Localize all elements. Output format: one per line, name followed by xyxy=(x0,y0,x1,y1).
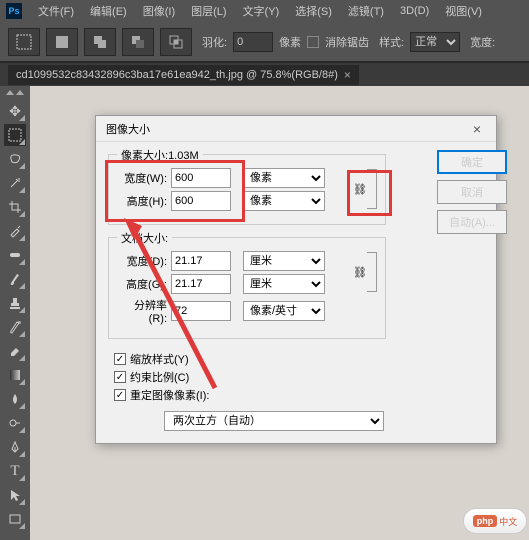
move-tool-icon[interactable]: ✥ xyxy=(4,100,26,122)
link-icon[interactable]: ⛓ xyxy=(353,183,367,196)
pixel-height-unit-select[interactable]: 像素 xyxy=(243,191,325,211)
close-icon[interactable]: × xyxy=(464,119,490,139)
style-select[interactable]: 正常 xyxy=(410,32,460,52)
blur-tool-icon[interactable] xyxy=(4,388,26,410)
document-tab[interactable]: cd1099532c83432896c3ba17e61ea942_th.jpg … xyxy=(8,65,359,85)
lasso-tool-icon[interactable] xyxy=(4,148,26,170)
collapse-icon[interactable] xyxy=(16,90,24,95)
scale-styles-label: 缩放样式(Y) xyxy=(130,351,189,367)
menu-edit[interactable]: 编辑(E) xyxy=(82,1,135,21)
interpolation-select[interactable]: 两次立方（自动） xyxy=(164,411,384,431)
menu-select[interactable]: 选择(S) xyxy=(287,1,340,21)
feather-unit: 像素 xyxy=(279,34,301,50)
type-tool-icon[interactable]: T xyxy=(4,460,26,482)
crop-tool-icon[interactable] xyxy=(4,196,26,218)
document-size-legend: 文档大小: xyxy=(117,230,172,246)
heal-tool-icon[interactable] xyxy=(4,244,26,266)
ok-button[interactable]: 确定 xyxy=(437,150,507,174)
doc-width-unit-select[interactable]: 厘米 xyxy=(243,251,325,271)
brush-tool-icon[interactable] xyxy=(4,268,26,290)
menu-file[interactable]: 文件(F) xyxy=(30,1,82,21)
pixel-width-input[interactable] xyxy=(171,168,231,188)
history-brush-tool-icon[interactable] xyxy=(4,316,26,338)
path-select-tool-icon[interactable] xyxy=(4,484,26,506)
document-tab-bar: cd1099532c83432896c3ba17e61ea942_th.jpg … xyxy=(0,62,529,86)
marquee-tool-preset-icon[interactable] xyxy=(8,28,40,56)
constrain-label: 约束比例(C) xyxy=(130,369,189,385)
pixel-link-bracket xyxy=(367,169,377,209)
antialias-label: 消除锯齿 xyxy=(325,34,369,50)
constrain-checkbox[interactable]: ✓ xyxy=(114,371,126,383)
resolution-input[interactable] xyxy=(171,301,231,321)
pixel-height-input[interactable] xyxy=(171,191,231,211)
pixel-dimensions-legend: 像素大小:1.03M xyxy=(117,147,203,163)
php-watermark: php中文 xyxy=(463,508,527,534)
pixel-height-label: 高度(H): xyxy=(117,193,171,209)
marquee-tool-icon[interactable] xyxy=(4,124,26,146)
close-icon[interactable]: × xyxy=(344,68,351,82)
doc-height-input[interactable] xyxy=(171,274,231,294)
doc-link-bracket xyxy=(367,252,377,292)
dialog-title: 图像大小 xyxy=(106,121,150,137)
gradient-tool-icon[interactable] xyxy=(4,364,26,386)
menu-layer[interactable]: 图层(L) xyxy=(183,1,234,21)
pixel-width-label: 宽度(W): xyxy=(117,170,171,186)
doc-width-label: 宽度(D): xyxy=(117,253,171,269)
eyedropper-tool-icon[interactable] xyxy=(4,220,26,242)
menu-image[interactable]: 图像(I) xyxy=(135,1,183,21)
pixel-width-unit-select[interactable]: 像素 xyxy=(243,168,325,188)
shape-tool-icon[interactable] xyxy=(4,508,26,530)
width-label: 宽度: xyxy=(470,34,495,50)
doc-height-unit-select[interactable]: 厘米 xyxy=(243,274,325,294)
menu-filter[interactable]: 滤镜(T) xyxy=(340,1,392,21)
menu-type[interactable]: 文字(Y) xyxy=(235,1,288,21)
resample-label: 重定图像像素(I): xyxy=(130,387,209,403)
selection-intersect-icon[interactable] xyxy=(160,28,192,56)
resolution-unit-select[interactable]: 像素/英寸 xyxy=(243,301,325,321)
resolution-label: 分辨率(R): xyxy=(117,297,171,325)
auto-button[interactable]: 自动(A)... xyxy=(437,210,507,234)
selection-add-icon[interactable] xyxy=(84,28,116,56)
pen-tool-icon[interactable] xyxy=(4,436,26,458)
menu-3d[interactable]: 3D(D) xyxy=(392,3,437,19)
document-tab-title: cd1099532c83432896c3ba17e61ea942_th.jpg … xyxy=(16,69,338,81)
menubar: Ps 文件(F) 编辑(E) 图像(I) 图层(L) 文字(Y) 选择(S) 滤… xyxy=(0,0,529,22)
resample-checkbox[interactable]: ✓ xyxy=(114,389,126,401)
dialog-titlebar[interactable]: 图像大小 × xyxy=(96,116,496,142)
feather-input[interactable] xyxy=(233,32,273,52)
dodge-tool-icon[interactable] xyxy=(4,412,26,434)
tool-palette: ✥ T xyxy=(0,86,30,531)
selection-subtract-icon[interactable] xyxy=(122,28,154,56)
menu-view[interactable]: 视图(V) xyxy=(437,1,490,21)
wand-tool-icon[interactable] xyxy=(4,172,26,194)
stamp-tool-icon[interactable] xyxy=(4,292,26,314)
collapse-icon[interactable] xyxy=(6,90,14,95)
selection-new-icon[interactable] xyxy=(46,28,78,56)
scale-styles-checkbox[interactable]: ✓ xyxy=(114,353,126,365)
style-label: 样式: xyxy=(379,34,404,50)
doc-width-input[interactable] xyxy=(171,251,231,271)
option-bar: 羽化: 像素 消除锯齿 样式: 正常 宽度: xyxy=(0,22,529,62)
doc-height-label: 高度(G): xyxy=(117,276,171,292)
link-icon[interactable]: ⛓ xyxy=(353,266,367,279)
eraser-tool-icon[interactable] xyxy=(4,340,26,362)
antialias-checkbox[interactable] xyxy=(307,36,319,48)
ps-logo-icon: Ps xyxy=(6,3,22,19)
cancel-button[interactable]: 取消 xyxy=(437,180,507,204)
feather-label: 羽化: xyxy=(202,34,227,50)
